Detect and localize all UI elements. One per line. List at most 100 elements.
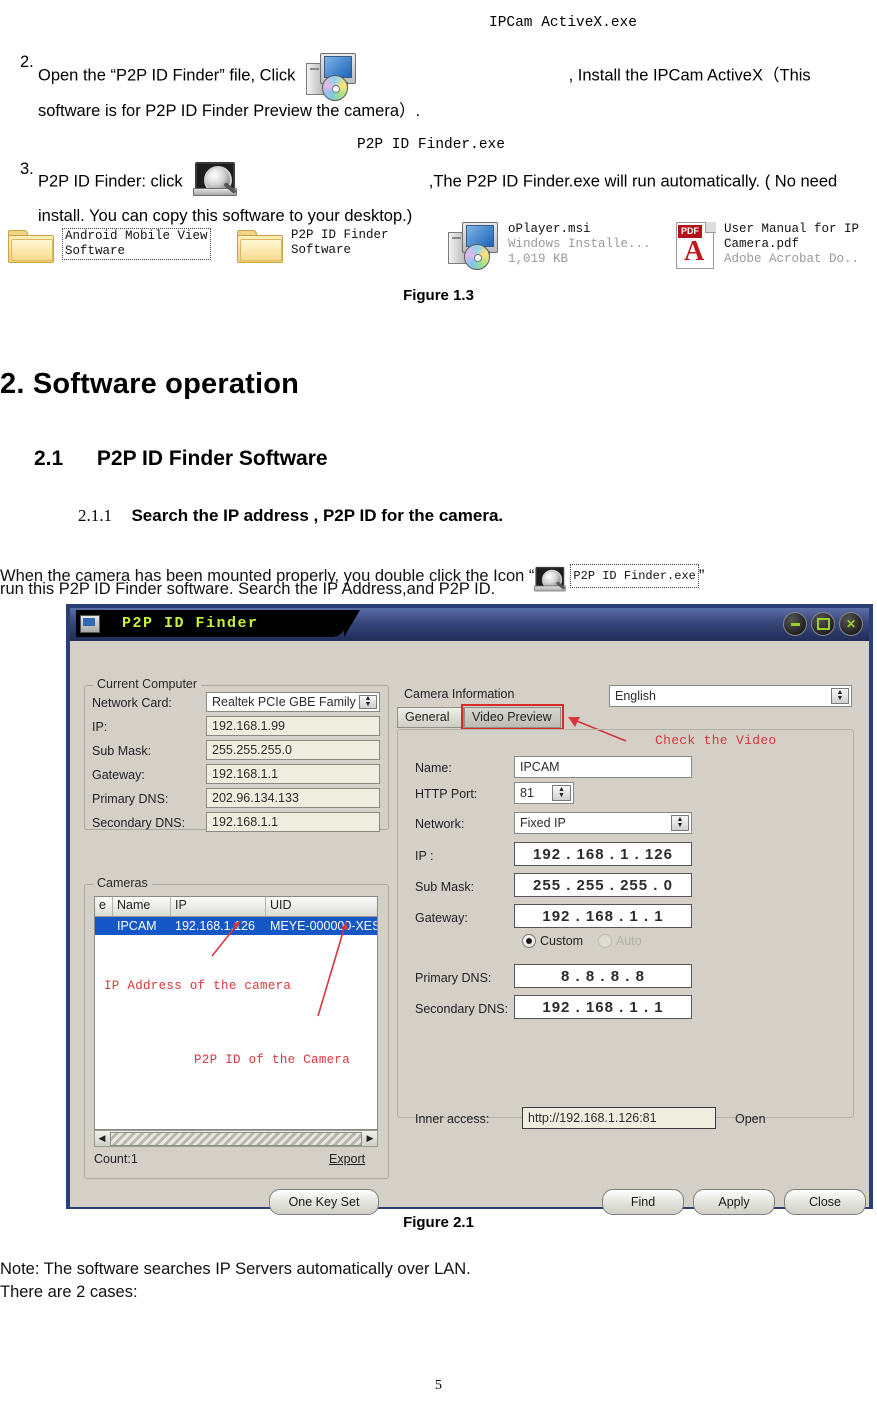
http-port-value: 81 [520,786,534,800]
chevron-updown-icon[interactable]: ▲ ▼ [671,815,689,831]
window-titlebar[interactable]: P2P ID Finder ✕ [70,608,869,641]
export-link[interactable]: Export [329,1152,365,1166]
scroll-thumb[interactable] [110,1131,362,1146]
inner-access-value: http://192.168.1.126:81 [528,1111,657,1125]
file-name-line1: P2P ID Finder [291,228,389,242]
application-icon [80,615,100,633]
name-field[interactable]: IPCAM [514,756,692,778]
step-3-text-before: P2P ID Finder: click [38,172,183,191]
note-line-2: There are 2 cases: [0,1283,138,1301]
radio-custom-label: Custom [540,934,584,948]
intro-paragraph-part2: ” [698,567,705,585]
file-item-android-mobile-view-software[interactable]: Android Mobile View Software [8,228,211,264]
file-name-line1: oPlayer.msi [508,222,591,236]
document-page: 2. Open the “P2P ID Finder” file, Click … [0,0,877,1417]
tab-general-label: General [405,710,450,724]
scroll-left-arrow-icon[interactable]: ◀ [95,1133,109,1144]
list-item: 2. Open the “P2P ID Finder” file, Click … [0,53,877,124]
sub-mask-field[interactable]: 255.255.255.0 [206,740,380,760]
annotation-ip-address: IP Address of the camera [104,979,292,993]
chevron-updown-icon[interactable]: ▲ ▼ [359,695,377,709]
one-key-set-button[interactable]: One Key Set [269,1189,379,1215]
chevron-updown-icon[interactable]: ▲ ▼ [831,688,849,704]
gateway-label: Gateway: [92,768,145,782]
camera-sub-mask-value: 255 . 255 . 255 . 0 [533,876,673,894]
section-2-1-number: 2.1 [34,447,64,470]
gateway-field[interactable]: 192.168.1.1 [206,764,380,784]
ipcam-activex-exe-label: IPCam ActiveX.exe [489,15,637,31]
section-2-1-heading: 2.1 P2P ID Finder Software [34,447,328,471]
close-dialog-button[interactable]: Close [784,1189,866,1215]
window-body: Current Computer Network Card: Realtek P… [70,641,869,1215]
network-value: Fixed IP [520,816,566,830]
page-title: 2. Software operation [0,368,300,400]
one-key-set-label: One Key Set [288,1195,360,1209]
apply-label: Apply [718,1195,750,1209]
file-name-line1: User Manual for IP [724,222,860,236]
radio-auto-label: Auto [616,934,642,948]
language-value: English [615,689,656,703]
apply-button[interactable]: Apply [693,1189,775,1215]
file-item-p2p-id-finder-software[interactable]: P2P ID Finder Software [237,228,389,264]
spinner-arrows-icon[interactable]: ▲ ▼ [552,785,571,801]
p2p-id-finder-exe-icon [193,160,243,204]
file-sub-line1: Adobe Acrobat Do.. [724,252,860,266]
close-button[interactable]: ✕ [839,612,863,636]
camera-sub-mask-label: Sub Mask: [415,880,475,894]
camera-secondary-dns-field[interactable]: 192 . 168 . 1 . 1 [514,995,692,1019]
step-2-number: 2. [20,53,34,71]
cameras-legend: Cameras [93,876,152,890]
primary-dns-value: 202.96.134.133 [212,791,299,805]
note-line-1: Note: The software searches IP Servers a… [0,1260,471,1278]
network-combo[interactable]: Fixed IP ▲ ▼ [514,812,692,834]
close-label: Close [809,1195,841,1209]
camera-ip-field[interactable]: 192 . 168 . 1 . 126 [514,842,692,866]
list-item: 3. P2P ID Finder: click ,The P2P ID Find… [0,160,877,229]
primary-dns-field[interactable]: 202.96.134.133 [206,788,380,808]
ip-field[interactable]: 192.168.1.99 [206,716,380,736]
close-icon: ✕ [845,617,857,631]
open-link[interactable]: Open [735,1112,766,1126]
minimize-button[interactable] [783,612,807,636]
file-sub-line1: Windows Installe... [508,237,651,251]
secondary-dns-label: Secondary DNS: [92,816,186,830]
scroll-right-arrow-icon[interactable]: ▶ [363,1133,377,1144]
camera-sub-mask-field[interactable]: 255 . 255 . 255 . 0 [514,873,692,897]
http-port-spinner[interactable]: 81 ▲ ▼ [514,782,574,804]
p2p-id-finder-exe-inline-label: P2P ID Finder.exe [570,564,699,588]
intro-paragraph-line2: run this P2P ID Finder software. Search … [0,580,496,598]
section-2-1-1-title: Search the IP address , P2P ID for the c… [131,506,504,525]
step-2-text-before: Open the “P2P ID Finder” file, Click [38,66,296,85]
section-2-1-title: P2P ID Finder Software [96,447,328,470]
file-name-line2: Software [65,244,126,258]
camera-gateway-field[interactable]: 192 . 168 . 1 . 1 [514,904,692,928]
ipcam-activex-exe-icon [305,53,358,101]
camera-gateway-label: Gateway: [415,911,468,925]
network-card-label: Network Card: [92,696,172,710]
secondary-dns-field[interactable]: 192.168.1.1 [206,812,380,832]
file-sub-line2: 1,019 KB [508,252,569,266]
radio-auto[interactable]: Auto [598,934,642,948]
folder-icon [8,228,54,264]
radio-custom[interactable]: Custom [522,934,583,948]
camera-primary-dns-field[interactable]: 8 . 8 . 8 . 8 [514,964,692,988]
video-preview-highlight-box [461,704,564,730]
file-item-user-manual-pdf[interactable]: PDF A User Manual for IP Camera.pdf Adobe… [676,222,860,269]
name-label: Name: [415,761,452,775]
maximize-button[interactable] [811,612,835,636]
cameras-horizontal-scrollbar[interactable]: ◀ ▶ [94,1130,378,1147]
file-item-oplayer-msi[interactable]: oPlayer.msi Windows Installe... 1,019 KB [448,222,651,270]
find-button[interactable]: Find [602,1189,684,1215]
file-name-line2: Software [291,243,352,257]
network-card-combo[interactable]: Realtek PCIe GBE Family ▲ ▼ [206,692,380,712]
inner-access-field[interactable]: http://192.168.1.126:81 [522,1107,716,1129]
p2p-id-finder-exe-label: P2P ID Finder.exe [357,137,505,153]
folder-icon [237,228,283,264]
figure-2-1-caption: Figure 2.1 [403,1214,474,1231]
camera-count: Count:1 [94,1152,138,1166]
language-combo[interactable]: English ▲ ▼ [609,685,852,707]
tab-general[interactable]: General [397,707,464,728]
radio-selected-icon [522,934,536,948]
camera-ip-label: IP : [415,849,434,863]
gateway-value: 192.168.1.1 [212,767,279,781]
